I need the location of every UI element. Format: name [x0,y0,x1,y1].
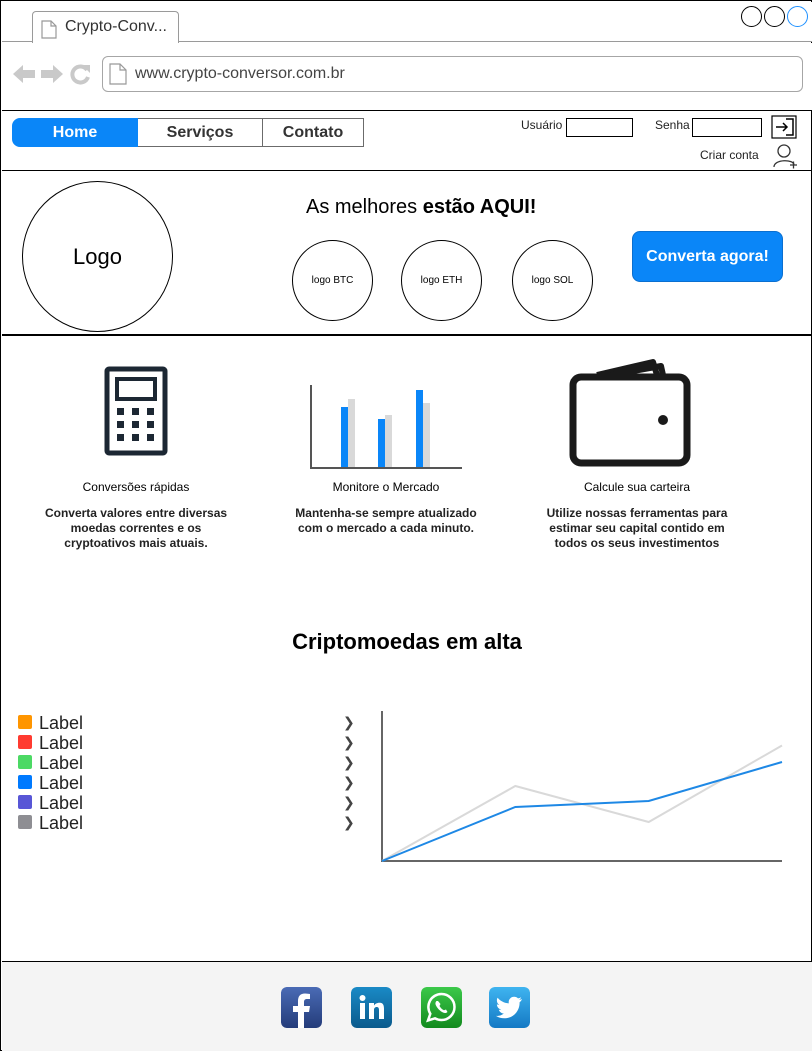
convert-now-button[interactable]: Converta agora! [632,231,783,282]
chart-legend: Label ❯ Label ❯ Label ❯ Label ❯ Label ❯ … [18,713,358,833]
trending-title: Criptomoedas em alta [292,629,522,654]
url-input[interactable]: www.crypto-conversor.com.br [102,56,803,92]
bar-chart-icon [310,385,462,469]
navigation-buttons [12,63,92,85]
legend-label: Label [39,753,84,773]
legend-swatch [18,755,32,769]
legend-swatch [18,735,32,749]
chevron-right-icon[interactable]: ❯ [343,814,355,831]
login-icon[interactable] [771,115,797,139]
linkedin-icon[interactable] [351,987,392,1028]
legend-item[interactable]: Label ❯ [18,753,358,773]
menu-item-contato[interactable]: Contato [263,118,364,147]
site-header: Home Serviços Contato Usuário Senha Cria… [2,112,812,171]
menu-item-home[interactable]: Home [12,118,138,147]
password-input[interactable] [692,118,762,137]
user-label: Usuário [521,118,563,132]
browser-tab[interactable]: Crypto-Conv... [32,11,179,44]
hero-title: As melhores estão AQUI! [306,196,536,219]
wallet-icon [569,359,691,467]
whatsapp-icon[interactable] [421,987,462,1028]
facebook-icon[interactable] [281,987,322,1028]
feature-description: Mantenha-se sempre atualizado com o merc… [295,506,477,535]
url-text: www.crypto-conversor.com.br [135,65,345,82]
window-controls [741,6,808,27]
legend-swatch [18,775,32,789]
coin-logo-sol: logo SOL [512,240,593,321]
coin-logo-btc: logo BTC [292,240,373,321]
legend-label: Label [39,733,84,753]
chart-axes [381,711,782,862]
chevron-right-icon[interactable]: ❯ [343,794,355,811]
page-icon [41,20,57,39]
chevron-right-icon[interactable]: ❯ [343,734,355,751]
address-bar-area: www.crypto-conversor.com.br [2,43,812,111]
close-button[interactable] [787,6,808,27]
hero-title-normal: As melhores [306,196,423,218]
feature-title: Calcule sua carteira [583,480,691,494]
site-footer [2,961,812,1051]
tab-title: Crypto-Conv... [65,18,167,35]
feature-description: Utilize nossas ferramentas para estimar … [546,506,728,550]
chevron-right-icon[interactable]: ❯ [343,714,355,731]
twitter-icon[interactable] [489,987,530,1028]
feature-title: Monitore o Mercado [332,480,440,494]
user-input[interactable] [566,118,633,137]
legend-label: Label [39,793,84,813]
maximize-button[interactable] [764,6,785,27]
legend-item[interactable]: Label ❯ [18,733,358,753]
legend-item[interactable]: Label ❯ [18,773,358,793]
forward-arrow-icon[interactable] [40,63,64,85]
feature-title: Conversões rápidas [82,480,190,494]
series-line [381,761,783,862]
legend-label: Label [39,713,84,733]
back-arrow-icon[interactable] [12,63,36,85]
site-logo: Logo [22,181,173,332]
add-user-icon[interactable] [772,143,798,169]
browser-window: Crypto-Conv... www.crypto-conversor.com.… [0,0,812,1051]
main-menu: Home Serviços Contato [12,118,364,147]
legend-label: Label [39,773,84,793]
legend-item[interactable]: Label ❯ [18,713,358,733]
legend-swatch [18,815,32,829]
legend-swatch [18,715,32,729]
legend-item[interactable]: Label ❯ [18,813,358,833]
calculator-icon [104,366,168,456]
password-label: Senha [655,118,690,132]
feature-description: Converta valores entre diversas moedas c… [44,506,228,550]
create-account-link[interactable]: Criar conta [700,148,759,162]
page-icon [109,63,127,85]
legend-swatch [18,795,32,809]
menu-item-servicos[interactable]: Serviços [138,118,263,147]
tab-bar: Crypto-Conv... [2,2,812,44]
legend-label: Label [39,813,84,833]
minimize-button[interactable] [741,6,762,27]
chevron-right-icon[interactable]: ❯ [343,774,355,791]
hero-section: Logo As melhores estão AQUI! logo BTC lo… [2,172,812,336]
coin-logo-eth: logo ETH [401,240,482,321]
legend-item[interactable]: Label ❯ [18,793,358,813]
trending-line-chart [381,711,783,862]
chevron-right-icon[interactable]: ❯ [343,754,355,771]
hero-title-bold: estão AQUI! [422,196,537,218]
reload-icon[interactable] [68,63,92,85]
